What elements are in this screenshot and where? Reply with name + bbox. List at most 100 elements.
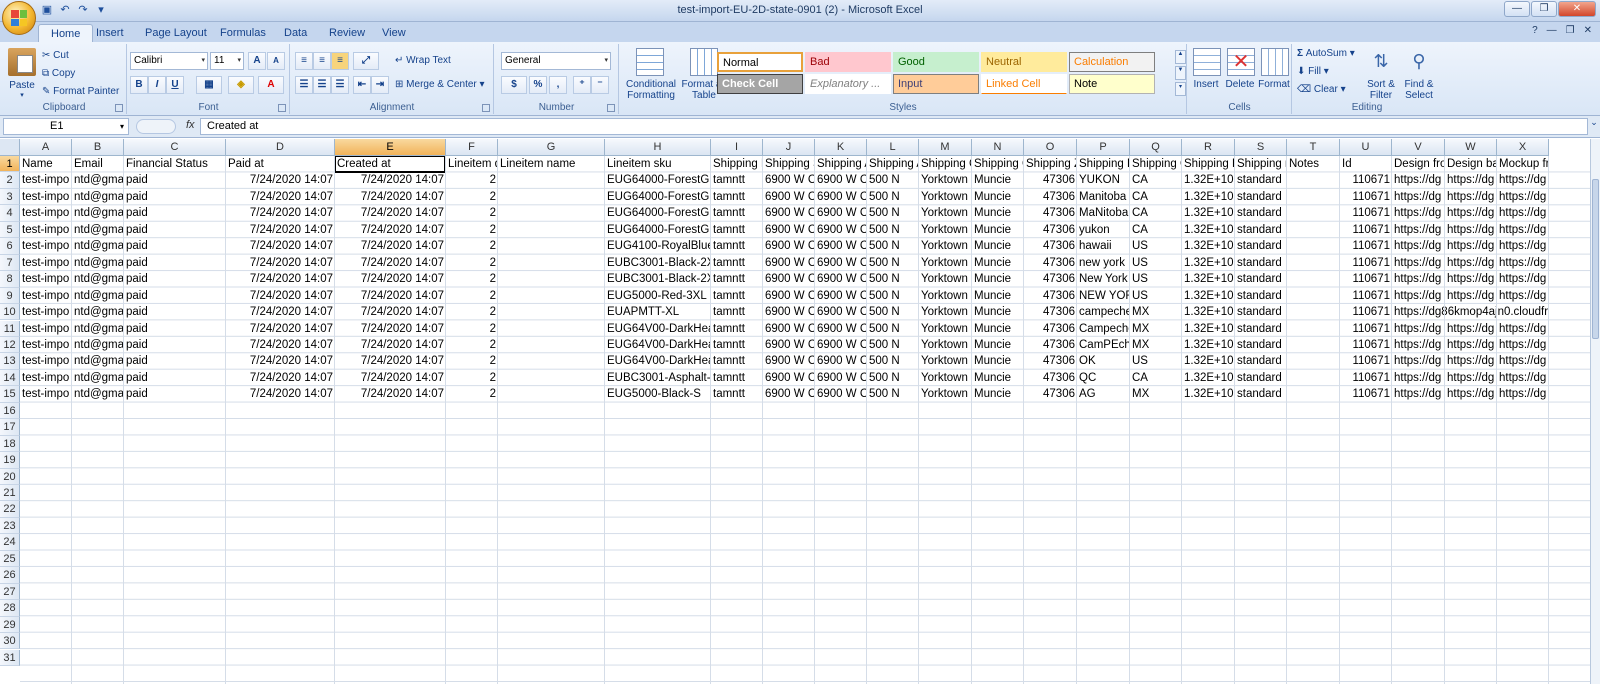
table-cell[interactable]: 2 — [446, 172, 498, 188]
cell-style-input[interactable]: Input — [893, 74, 979, 94]
table-cell[interactable]: 7/24/2020 14:07 — [226, 189, 335, 205]
italic-button[interactable]: I — [148, 76, 166, 94]
table-cell[interactable]: https://dg — [1392, 255, 1445, 271]
restore-button[interactable]: ❐ — [1531, 1, 1557, 17]
table-cell[interactable]: 500 N — [867, 321, 919, 337]
table-cell[interactable]: 7/24/2020 14:07 — [226, 205, 335, 221]
table-cell[interactable]: 110671 — [1340, 271, 1392, 287]
table-cell[interactable]: https://dg — [1497, 222, 1549, 238]
table-cell[interactable]: 6900 W Cr — [815, 222, 867, 238]
table-cell[interactable]: 500 N — [867, 238, 919, 254]
table-cell[interactable]: 1.32E+10 — [1182, 255, 1235, 271]
decrease-indent-icon[interactable]: ⇤ — [353, 76, 371, 94]
row-header-23[interactable]: 23 — [0, 517, 20, 535]
row-header-9[interactable]: 9 — [0, 287, 20, 305]
table-cell[interactable]: https://dg — [1497, 255, 1549, 271]
table-cell[interactable]: 7/24/2020 14:07 — [335, 337, 446, 353]
table-cell[interactable]: Yorktown — [919, 205, 972, 221]
row-header-19[interactable]: 19 — [0, 452, 20, 469]
table-cell[interactable]: 6900 W Cr — [763, 370, 815, 386]
table-cell[interactable]: 1.32E+10 — [1182, 271, 1235, 287]
table-cell[interactable]: https://dg — [1445, 222, 1497, 238]
table-cell[interactable]: test-impo — [20, 172, 72, 188]
table-cell[interactable]: yukon — [1077, 222, 1130, 238]
table-cell[interactable]: paid — [124, 386, 226, 402]
table-cell[interactable]: https://dg — [1392, 386, 1445, 402]
table-cell[interactable]: test-impo — [20, 205, 72, 221]
tab-view[interactable]: View — [382, 24, 406, 42]
header-cell[interactable]: Design ba — [1445, 156, 1497, 172]
table-cell[interactable]: Yorktown — [919, 255, 972, 271]
table-cell[interactable]: 47306 — [1024, 337, 1077, 353]
table-cell[interactable]: MX — [1130, 337, 1182, 353]
table-cell[interactable]: ntd@gma — [72, 238, 124, 254]
table-cell[interactable]: Muncie — [972, 370, 1024, 386]
table-cell[interactable]: tamntt — [711, 321, 763, 337]
align-middle-icon[interactable]: ≡ — [313, 52, 331, 70]
autosum-button[interactable]: Σ AutoSum ▾ — [1297, 46, 1355, 62]
table-cell[interactable]: 2 — [446, 370, 498, 386]
table-cell[interactable]: 2 — [446, 321, 498, 337]
table-cell[interactable]: https://dg — [1392, 238, 1445, 254]
table-cell[interactable]: test-impo — [20, 222, 72, 238]
column-header-e[interactable]: E — [335, 139, 446, 156]
column-header-m[interactable]: M — [919, 139, 972, 156]
table-cell[interactable]: new york — [1077, 255, 1130, 271]
table-cell[interactable]: 1.32E+10 — [1182, 386, 1235, 402]
align-bottom-icon[interactable]: ≡ — [331, 52, 349, 70]
table-cell[interactable]: https://dg86kmop4ajn0.cloudfro — [1392, 304, 1549, 320]
cell-style-explanatory[interactable]: Explanatory ... — [805, 74, 891, 94]
table-cell[interactable]: Manitoba — [1077, 189, 1130, 205]
table-cell[interactable]: 47306 — [1024, 238, 1077, 254]
table-cell[interactable]: 47306 — [1024, 353, 1077, 369]
table-cell[interactable]: standard — [1235, 370, 1340, 386]
table-cell[interactable]: https://dg — [1445, 205, 1497, 221]
cell-style-note[interactable]: Note — [1069, 74, 1155, 94]
table-cell[interactable]: US — [1130, 353, 1182, 369]
table-cell[interactable]: 6900 W Cr — [815, 288, 867, 304]
tab-review[interactable]: Review — [329, 24, 365, 42]
paste-button[interactable]: Paste ▾ — [6, 48, 38, 100]
header-cell[interactable]: Shipping C — [919, 156, 972, 172]
table-cell[interactable]: 500 N — [867, 386, 919, 402]
table-cell[interactable]: 6900 W Cr — [815, 271, 867, 287]
vertical-scrollbar[interactable] — [1590, 139, 1600, 684]
table-cell[interactable]: Yorktown — [919, 288, 972, 304]
table-cell[interactable]: CA — [1130, 222, 1182, 238]
close-button[interactable]: ✕ — [1558, 1, 1596, 17]
table-cell[interactable]: ntd@gma — [72, 271, 124, 287]
table-cell[interactable]: 7/24/2020 14:07 — [226, 353, 335, 369]
row-header-13[interactable]: 13 — [0, 353, 20, 370]
table-cell[interactable]: 1.32E+10 — [1182, 353, 1235, 369]
table-cell[interactable]: 110671 — [1340, 222, 1392, 238]
row-header-7[interactable]: 7 — [0, 254, 20, 272]
header-cell[interactable]: Shipping C — [1130, 156, 1182, 172]
table-cell[interactable]: Yorktown — [919, 337, 972, 353]
office-button[interactable] — [2, 1, 36, 35]
table-cell[interactable]: https://dg — [1445, 370, 1497, 386]
table-cell[interactable]: 110671 — [1340, 172, 1392, 188]
table-cell[interactable]: 7/24/2020 14:07 — [226, 288, 335, 304]
row-header-5[interactable]: 5 — [0, 221, 20, 239]
table-cell[interactable]: NEW YORI — [1077, 288, 1130, 304]
table-cell[interactable]: https://dg — [1497, 353, 1549, 369]
table-cell[interactable]: https://dg — [1445, 238, 1497, 254]
table-cell[interactable]: 2 — [446, 255, 498, 271]
table-cell[interactable]: https://dg — [1497, 288, 1549, 304]
table-cell[interactable]: 47306 — [1024, 271, 1077, 287]
table-cell[interactable]: 7/24/2020 14:07 — [335, 189, 446, 205]
table-cell[interactable]: EUG64000-ForestGre — [605, 172, 711, 188]
table-cell[interactable]: hawaii — [1077, 238, 1130, 254]
table-cell[interactable]: EUG64000-ForestGre — [605, 222, 711, 238]
table-cell[interactable]: 1.32E+10 — [1182, 337, 1235, 353]
header-cell[interactable]: Id — [1340, 156, 1392, 172]
table-cell[interactable]: 500 N — [867, 222, 919, 238]
table-cell[interactable]: 2 — [446, 271, 498, 287]
table-cell[interactable]: standard — [1235, 353, 1340, 369]
table-cell[interactable]: paid — [124, 337, 226, 353]
decrease-decimal-icon[interactable]: ⁻ — [591, 76, 609, 94]
table-cell[interactable]: EUBC3001-Asphalt-X — [605, 370, 711, 386]
header-cell[interactable]: Mockup fr — [1497, 156, 1549, 172]
column-header-c[interactable]: C — [124, 139, 226, 156]
alignment-launcher[interactable] — [482, 104, 490, 112]
